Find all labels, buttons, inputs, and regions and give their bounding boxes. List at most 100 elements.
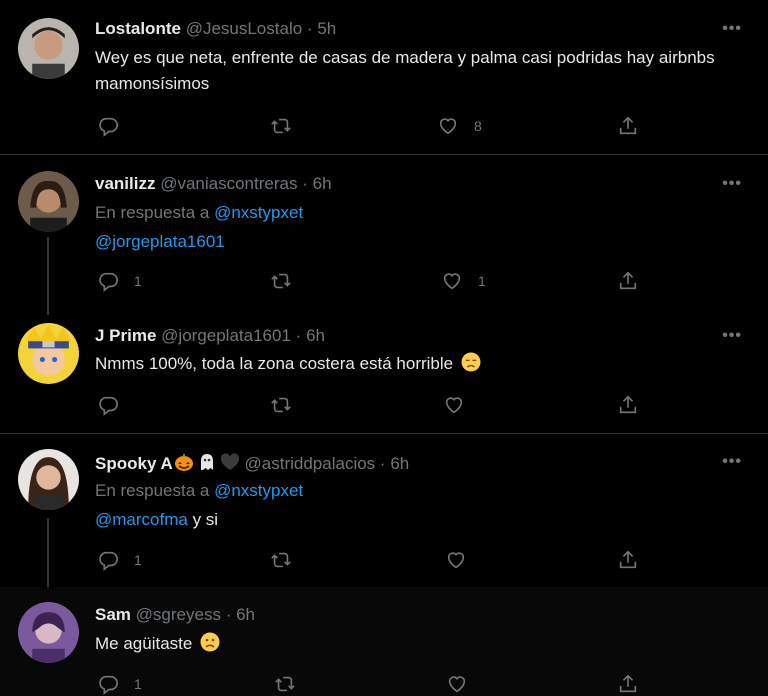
mention-link[interactable]: @jorgeplata1601: [95, 232, 225, 251]
user-handle[interactable]: @vaniascontreras: [160, 174, 297, 193]
separator-dot: ·: [302, 174, 308, 193]
avatar[interactable]: [18, 323, 79, 384]
mention-link[interactable]: @marcofma: [95, 510, 188, 529]
more-icon[interactable]: •••: [722, 327, 742, 345]
disappointed-face-icon: [461, 352, 481, 372]
retweet-icon: [271, 397, 291, 413]
more-icon[interactable]: •••: [722, 453, 742, 471]
reply-context: En respuesta a @nxstypxet: [95, 203, 303, 223]
ghost-icon: [200, 454, 213, 470]
share-icon: [619, 674, 637, 693]
tweet-text: Me agüitaste: [95, 631, 738, 657]
retweet-icon: [275, 676, 295, 692]
timestamp[interactable]: 6h: [390, 454, 409, 473]
frowning-face-icon: [200, 632, 220, 652]
like-button[interactable]: 8: [437, 115, 482, 137]
share-button[interactable]: [617, 673, 639, 695]
share-icon: [619, 395, 637, 414]
separator-dot: ·: [306, 19, 313, 38]
display-name[interactable]: J Prime: [95, 326, 156, 345]
reply-prefix: En respuesta a: [95, 203, 210, 222]
like-icon: [448, 676, 466, 693]
reply-icon: [99, 396, 118, 416]
reply-count: 1: [134, 273, 142, 289]
avatar[interactable]: [18, 171, 79, 232]
retweet-button[interactable]: [270, 549, 307, 571]
like-icon: [445, 397, 463, 414]
reply-button[interactable]: [97, 115, 134, 137]
user-handle[interactable]: @JesusLostalo: [186, 19, 303, 38]
user-handle[interactable]: @sgreyess: [136, 605, 221, 624]
like-button[interactable]: [445, 549, 482, 571]
tweet-spooky-a[interactable]: Spooky A @astriddpalacios · 6h ••• En re…: [0, 434, 768, 586]
tweet-header: Sam @sgreyess · 6h: [95, 605, 255, 625]
separator-dot: ·: [225, 605, 232, 624]
reply-button[interactable]: 1: [97, 270, 142, 292]
reply-count: 1: [134, 552, 142, 568]
tweet-j-prime[interactable]: J Prime @jorgeplata1601 · 6h ••• Nmms 10…: [0, 308, 768, 433]
display-name[interactable]: Spooky A: [95, 454, 173, 473]
reply-button[interactable]: [97, 394, 134, 416]
avatar[interactable]: [18, 449, 79, 510]
user-handle[interactable]: @astriddpalacios: [245, 454, 376, 473]
tweet-lostalonte[interactable]: Lostalonte @JesusLostalo · 5h ••• Wey es…: [0, 0, 768, 154]
more-icon[interactable]: •••: [722, 20, 742, 38]
user-handle[interactable]: @jorgeplata1601: [161, 326, 291, 345]
retweet-button[interactable]: [270, 394, 307, 416]
more-icon[interactable]: •••: [722, 175, 742, 193]
tweet-vanilizz[interactable]: vanilizz @vaniascontreras · 6h ••• En re…: [0, 155, 768, 306]
like-button[interactable]: [443, 394, 480, 416]
share-icon: [619, 116, 637, 135]
separator-dot: ·: [295, 326, 302, 345]
display-name[interactable]: Lostalonte: [95, 19, 181, 38]
timestamp[interactable]: 6h: [313, 174, 332, 193]
tweet-header: Lostalonte @JesusLostalo · 5h: [95, 19, 336, 39]
pumpkin-icon: [174, 454, 193, 471]
tweet-text: @marcofma y si: [95, 507, 738, 533]
reply-to-link[interactable]: @nxstypxet: [214, 481, 303, 500]
tweet-sam[interactable]: Sam @sgreyess · 6h Me agüitaste 1: [0, 587, 768, 696]
display-name[interactable]: Sam: [95, 605, 131, 624]
reply-button[interactable]: 1: [97, 549, 142, 571]
reply-context: En respuesta a @nxstypxet: [95, 481, 303, 501]
retweet-icon: [271, 273, 291, 289]
tweet-text: @jorgeplata1601: [95, 229, 738, 255]
reply-count: 1: [134, 676, 142, 692]
like-icon: [439, 118, 457, 135]
retweet-icon: [271, 552, 291, 568]
share-button[interactable]: [617, 394, 639, 416]
timestamp[interactable]: 6h: [236, 605, 255, 624]
like-count: 8: [474, 118, 482, 134]
share-button[interactable]: [617, 115, 639, 137]
tweet-text-content: Me agüitaste: [95, 634, 193, 653]
timestamp[interactable]: 6h: [306, 326, 325, 345]
tweet-header: J Prime @jorgeplata1601 · 6h: [95, 326, 325, 346]
reply-to-link[interactable]: @nxstypxet: [214, 203, 303, 222]
reply-icon: [99, 551, 118, 571]
reply-icon: [99, 675, 118, 695]
share-icon: [619, 550, 637, 569]
share-button[interactable]: [617, 270, 639, 292]
display-name[interactable]: vanilizz: [95, 174, 155, 193]
tweet-header: Spooky A @astriddpalacios · 6h: [95, 452, 409, 474]
tweet-text: Wey es que neta, enfrente de casas de ma…: [95, 48, 715, 93]
avatar[interactable]: [18, 18, 79, 79]
tweet-text: Nmms 100%, toda la zona costera está hor…: [95, 351, 738, 377]
retweet-button[interactable]: [270, 270, 307, 292]
like-icon: [443, 273, 461, 290]
avatar[interactable]: [18, 602, 79, 663]
retweet-icon: [271, 118, 291, 134]
retweet-button[interactable]: [270, 115, 307, 137]
like-button[interactable]: 1: [441, 270, 486, 292]
timestamp[interactable]: 5h: [317, 19, 336, 38]
reply-button[interactable]: 1: [97, 673, 142, 695]
reply-prefix: En respuesta a: [95, 481, 210, 500]
black-heart-icon: [220, 453, 239, 470]
tweet-header: vanilizz @vaniascontreras · 6h: [95, 174, 332, 194]
like-button[interactable]: [446, 673, 483, 695]
separator-dot: ·: [379, 454, 386, 473]
reply-icon: [99, 117, 118, 137]
share-icon: [619, 271, 637, 290]
share-button[interactable]: [617, 549, 639, 571]
retweet-button[interactable]: [274, 673, 311, 695]
